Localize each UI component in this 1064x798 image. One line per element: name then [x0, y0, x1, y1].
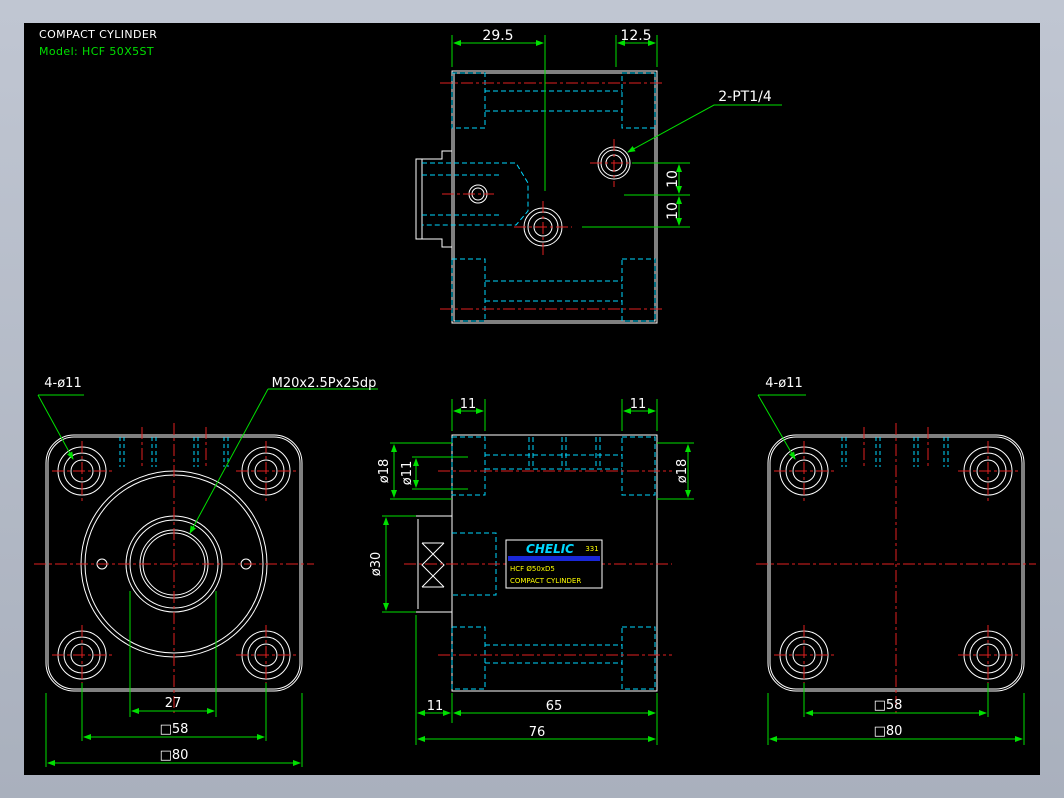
rear-view: 4-ø11 □58 □80	[756, 376, 1036, 745]
top-view-hidden	[422, 72, 656, 322]
side-dim-d18-left: ø18	[377, 459, 392, 484]
top-view-dimensions	[451, 35, 782, 228]
nameplate-code: 331	[585, 545, 598, 553]
rear-dim-80: □80	[874, 724, 903, 739]
dim-29-5: 29.5	[482, 28, 513, 44]
top-view: 29.5 12.5 10 10 2-PT1/4	[415, 28, 782, 324]
front-dim-80: □80	[160, 748, 189, 763]
rear-hole-callout: 4-ø11	[765, 376, 802, 391]
side-dim-11-left: 11	[460, 397, 477, 412]
front-dim-27: 27	[165, 696, 182, 711]
dim-12-5: 12.5	[620, 28, 651, 44]
front-hole-callout: 4-ø11	[44, 376, 81, 391]
side-dim-76: 76	[529, 725, 546, 740]
side-dim-d11: ø11	[400, 461, 415, 486]
side-dim-11-right: 11	[630, 397, 647, 412]
side-dim-d18-right: ø18	[675, 459, 690, 484]
side-view: CHELIC 331 HCF Ø50xD5 COMPACT CYLINDER 1…	[369, 397, 694, 745]
thread-callout: M20x2.5Px25dp	[272, 376, 377, 391]
front-view: 4-ø11 M20x2.5Px25dp 27 □58 □80	[34, 376, 378, 767]
side-dim-d30: ø30	[369, 552, 384, 577]
dim-10-upper: 10	[665, 170, 681, 188]
cad-drawing: 29.5 12.5 10 10 2-PT1/4 4-ø11 M20x2.5Px2…	[34, 28, 1036, 767]
drawing-canvas: COMPACT CYLINDER Model: HCF 50X5ST 29.5 …	[24, 23, 1040, 775]
top-view-centerlines	[440, 82, 664, 310]
dim-10-lower: 10	[665, 202, 681, 220]
viewer-frame: COMPACT CYLINDER Model: HCF 50X5ST 29.5 …	[0, 0, 1064, 798]
nameplate-model: HCF Ø50xD5	[510, 565, 555, 573]
nameplate-brand: CHELIC	[526, 542, 574, 556]
rear-dim-58: □58	[874, 698, 903, 713]
port-callout: 2-PT1/4	[718, 89, 772, 105]
side-dim-65: 65	[546, 699, 563, 714]
nameplate: CHELIC 331 HCF Ø50xD5 COMPACT CYLINDER	[505, 539, 603, 589]
front-dim-58: □58	[160, 722, 189, 737]
side-dim-11-rod: 11	[427, 699, 444, 714]
nameplate-name: COMPACT CYLINDER	[510, 577, 581, 585]
